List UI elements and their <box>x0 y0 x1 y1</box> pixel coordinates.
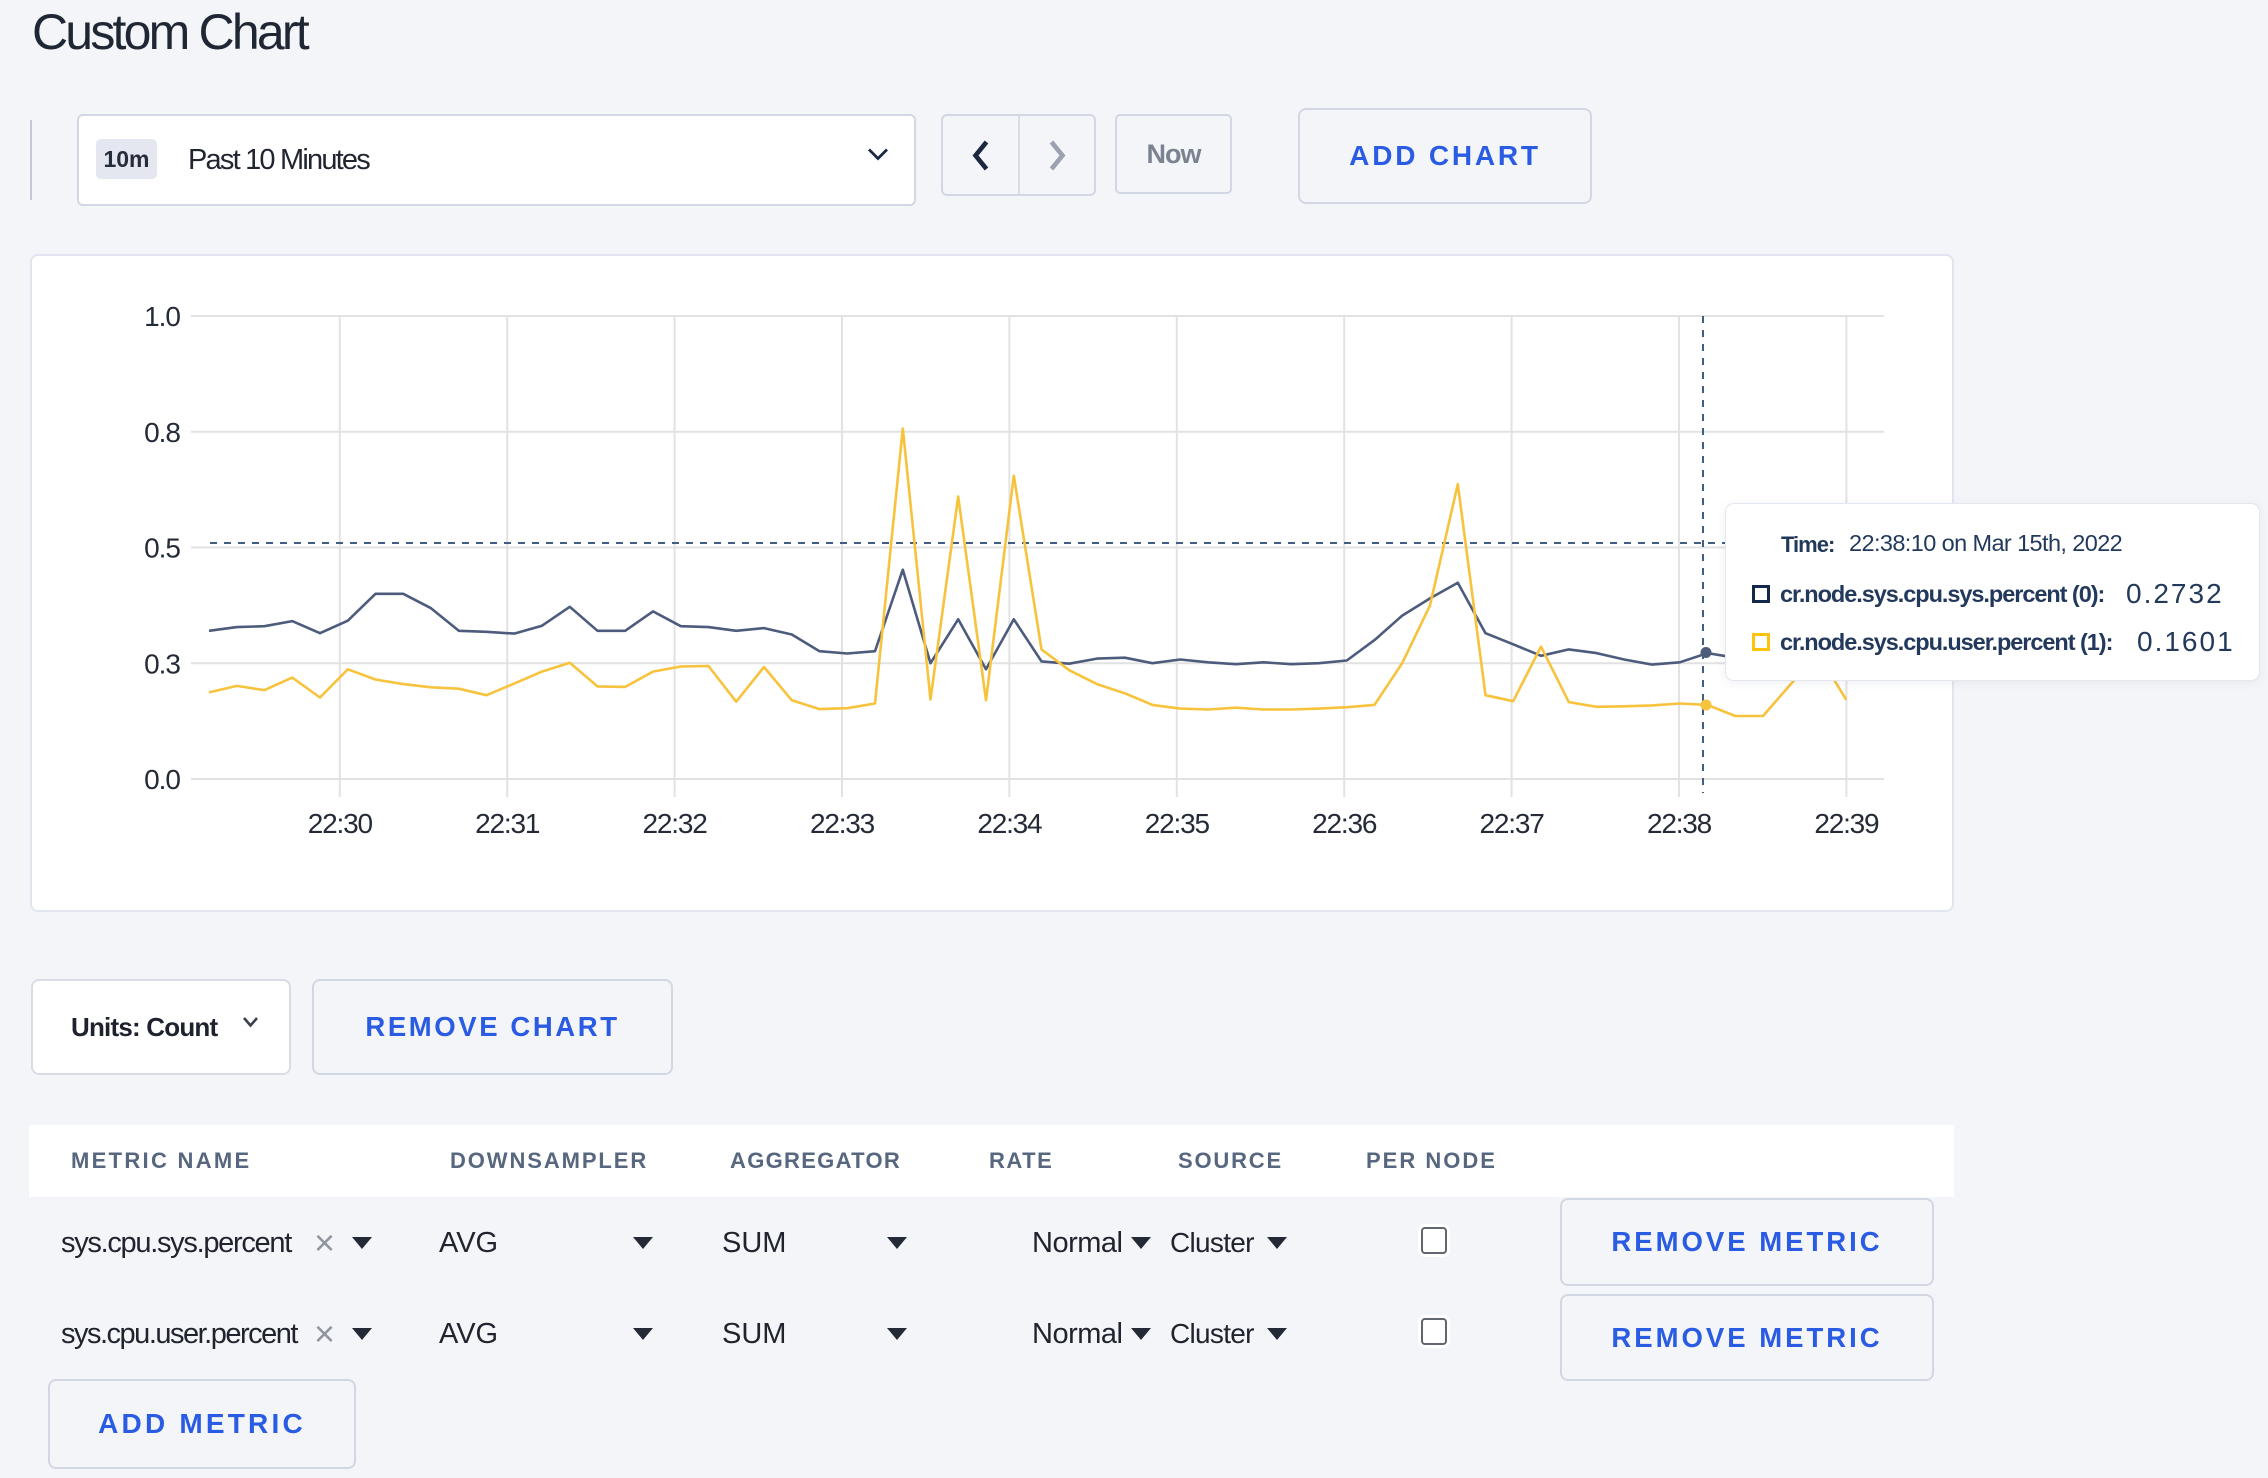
svg-text:22:36: 22:36 <box>1312 808 1377 839</box>
svg-text:0.5: 0.5 <box>144 533 180 564</box>
svg-text:1.0: 1.0 <box>144 301 180 332</box>
svg-text:22:33: 22:33 <box>810 808 875 839</box>
svg-text:0.0: 0.0 <box>144 764 180 795</box>
svg-text:0.3: 0.3 <box>144 648 180 679</box>
svg-text:22:32: 22:32 <box>643 808 708 839</box>
svg-text:0.8: 0.8 <box>144 417 180 448</box>
svg-text:22:34: 22:34 <box>977 808 1042 839</box>
svg-text:22:37: 22:37 <box>1480 808 1545 839</box>
svg-text:22:30: 22:30 <box>308 808 373 839</box>
svg-text:22:31: 22:31 <box>475 808 540 839</box>
svg-text:22:38: 22:38 <box>1647 808 1712 839</box>
svg-text:22:39: 22:39 <box>1814 808 1879 839</box>
svg-text:22:35: 22:35 <box>1145 808 1210 839</box>
